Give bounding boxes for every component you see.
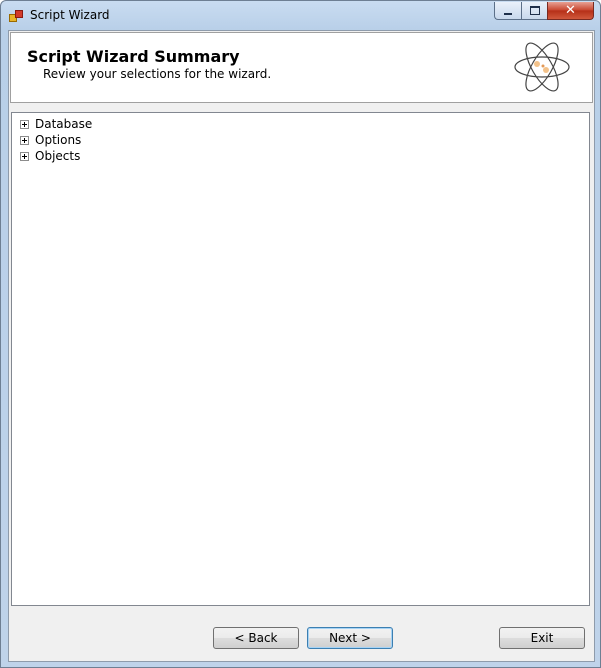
app-icon[interactable] <box>9 9 23 22</box>
tree-node-options[interactable]: Options <box>20 132 81 148</box>
minimize-icon <box>504 12 512 15</box>
wizard-header: Script Wizard Summary Review your select… <box>10 32 593 103</box>
dialog-client-area: Script Wizard Summary Review your select… <box>8 30 595 662</box>
plus-expander-icon[interactable] <box>20 151 29 161</box>
tree-node-label[interactable]: Options <box>35 133 81 147</box>
caption-buttons: ✕ <box>494 2 594 21</box>
page-title: Script Wizard Summary <box>27 47 240 66</box>
next-button[interactable]: Next > <box>307 627 393 649</box>
tree-node-label[interactable]: Database <box>35 117 92 131</box>
title-bar[interactable]: Script Wizard ✕ <box>1 1 600 29</box>
close-icon: ✕ <box>565 3 576 18</box>
atom-icon <box>514 42 570 92</box>
page-subtitle: Review your selections for the wizard. <box>43 67 272 81</box>
exit-button[interactable]: Exit <box>499 627 585 649</box>
plus-expander-icon[interactable] <box>20 135 29 145</box>
back-button[interactable]: < Back <box>213 627 299 649</box>
tree-node-objects[interactable]: Objects <box>20 148 80 164</box>
close-button[interactable]: ✕ <box>547 2 594 20</box>
tree-node-database[interactable]: Database <box>20 116 92 132</box>
window-title: Script Wizard <box>30 8 110 22</box>
maximize-button[interactable] <box>521 2 547 20</box>
plus-expander-icon[interactable] <box>20 119 29 129</box>
tree-node-label[interactable]: Objects <box>35 149 80 163</box>
minimize-button[interactable] <box>494 2 521 20</box>
script-wizard-window: Script Wizard ✕ Script Wizard Summary Re… <box>0 0 601 668</box>
summary-tree[interactable]: Database Options Objects <box>11 112 590 606</box>
maximize-icon <box>529 6 540 15</box>
